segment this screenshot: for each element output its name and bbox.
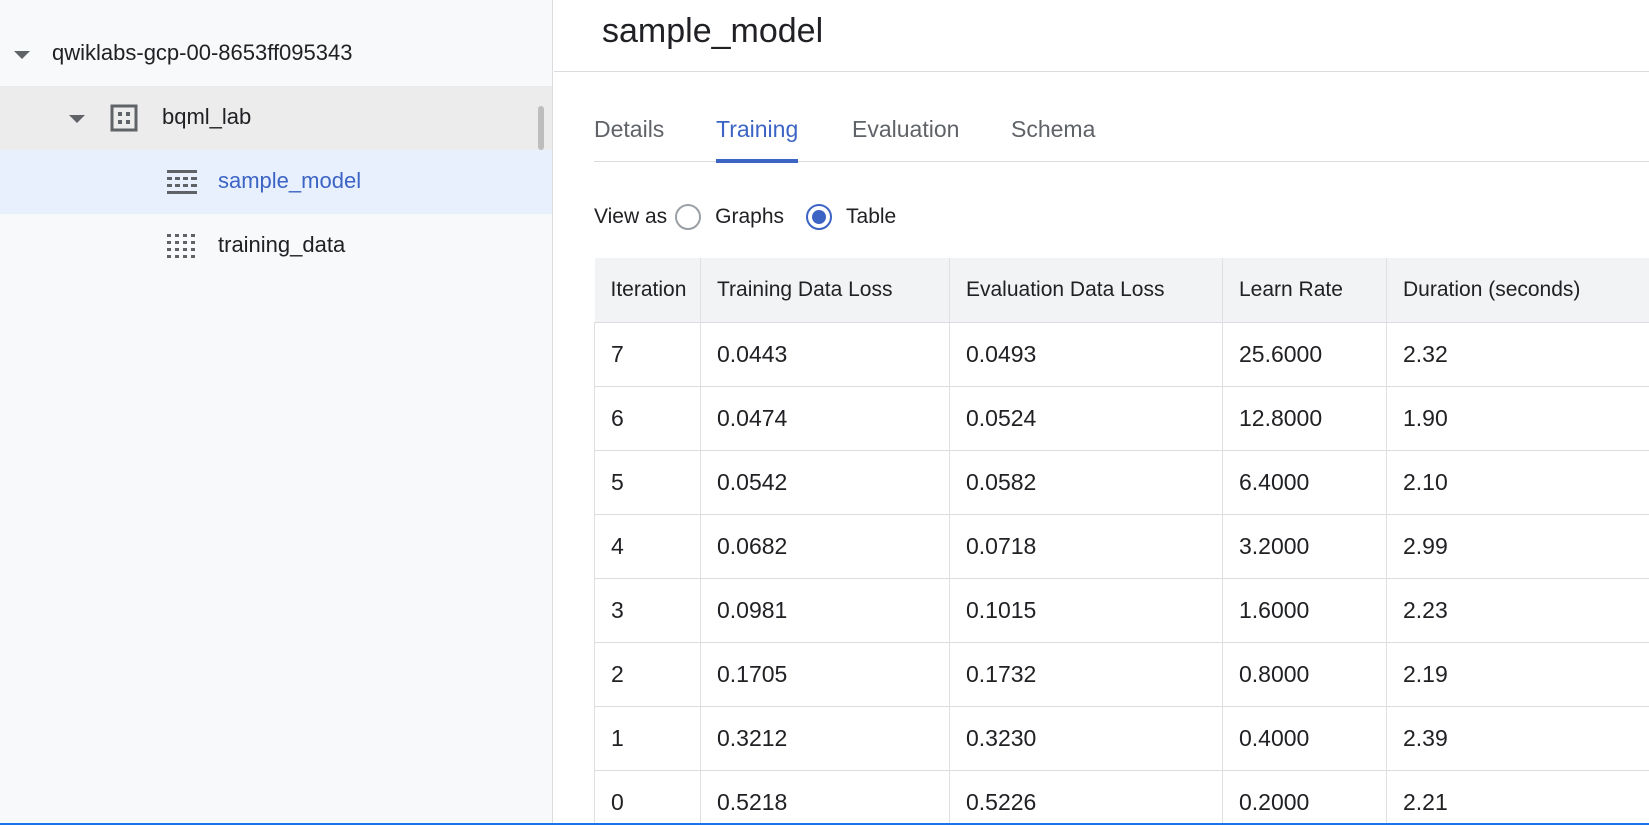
- tree-item-training-data[interactable]: training_data: [0, 214, 552, 278]
- table-row: 6 0.0474 0.0524 12.8000 1.90: [594, 386, 1649, 451]
- table-cell: 6: [594, 386, 701, 451]
- table-row: 0 0.5218 0.5226 0.2000 2.21: [594, 770, 1649, 825]
- model-grid-icon: [167, 170, 197, 194]
- column-header-iteration[interactable]: Iteration: [594, 258, 701, 323]
- table-row: 1 0.3212 0.3230 0.4000 2.39: [594, 706, 1649, 771]
- table-cell: 2.99: [1386, 514, 1649, 579]
- column-header-evaluation-loss[interactable]: Evaluation Data Loss: [949, 258, 1223, 323]
- table-cell: 0.0718: [949, 514, 1223, 579]
- table-cell: 3.2000: [1222, 514, 1387, 579]
- tab-schema[interactable]: Schema: [1011, 100, 1095, 162]
- table-cell: 0: [594, 770, 701, 825]
- bigquery-console: qwiklabs-gcp-00-8653ff095343 bqml_lab sa…: [0, 0, 1649, 825]
- table-cell: 0.2000: [1222, 770, 1387, 825]
- table-cell: 0.0443: [700, 322, 950, 387]
- table-cell: 2.10: [1386, 450, 1649, 515]
- table-row: 7 0.0443 0.0493 25.6000 2.32: [594, 322, 1649, 387]
- dataset-icon: [110, 104, 138, 132]
- tab-training[interactable]: Training: [716, 100, 799, 163]
- tab-bar: Details Training Evaluation Schema: [594, 100, 1649, 163]
- table-cell: 2.21: [1386, 770, 1649, 825]
- table-cell: 2: [594, 642, 701, 707]
- table-cell: 0.0524: [949, 386, 1223, 451]
- table-grid-icon: [167, 234, 195, 258]
- table-radio-label[interactable]: Table: [846, 205, 896, 229]
- sidebar-item-label: sample_model: [218, 168, 362, 193]
- caret-down-icon[interactable]: [69, 115, 85, 123]
- table-cell: 6.4000: [1222, 450, 1387, 515]
- table-cell: 25.6000: [1222, 322, 1387, 387]
- table-cell: 7: [594, 322, 701, 387]
- table-row: 4 0.0682 0.0718 3.2000 2.99: [594, 514, 1649, 579]
- dataset-name: bqml_lab: [162, 104, 252, 129]
- graphs-radio[interactable]: [675, 204, 702, 230]
- table-header-row: Iteration Training Data Loss Evaluation …: [594, 258, 1649, 323]
- table-cell: 0.0542: [700, 450, 950, 515]
- table-cell: 0.4000: [1222, 706, 1387, 771]
- tab-details[interactable]: Details: [594, 100, 664, 162]
- view-as-label: View as: [594, 205, 668, 228]
- table-row: 2 0.1705 0.1732 0.8000 2.19: [594, 642, 1649, 707]
- table-cell: 0.0682: [700, 514, 950, 579]
- table-cell: 2.23: [1386, 578, 1649, 643]
- caret-down-icon[interactable]: [14, 51, 30, 59]
- table-cell: 0.0493: [949, 322, 1223, 387]
- table-cell: 0.0981: [700, 578, 950, 643]
- sidebar-item-label: training_data: [218, 232, 346, 257]
- table-cell: 1: [594, 706, 701, 771]
- title-bar: sample_model: [554, 0, 1649, 72]
- tree-project-row[interactable]: qwiklabs-gcp-00-8653ff095343: [0, 22, 552, 86]
- table-cell: 2.19: [1386, 642, 1649, 707]
- main-panel: sample_model Details Training Evaluation…: [554, 0, 1649, 825]
- table-row: 5 0.0542 0.0582 6.4000 2.10: [594, 450, 1649, 515]
- table-cell: 0.5218: [700, 770, 950, 825]
- table-cell: 0.1705: [700, 642, 950, 707]
- explorer-panel: qwiklabs-gcp-00-8653ff095343 bqml_lab sa…: [0, 0, 553, 825]
- table-cell: 5: [594, 450, 701, 515]
- table-cell: 12.8000: [1222, 386, 1387, 451]
- graphs-radio-label[interactable]: Graphs: [715, 205, 784, 229]
- table-cell: 0.1015: [949, 578, 1223, 643]
- project-name: qwiklabs-gcp-00-8653ff095343: [52, 40, 353, 65]
- table-cell: 0.0582: [949, 450, 1223, 515]
- column-header-learn-rate[interactable]: Learn Rate: [1222, 258, 1387, 323]
- table-cell: 0.8000: [1222, 642, 1387, 707]
- column-header-duration[interactable]: Duration (seconds): [1386, 258, 1649, 323]
- explorer-scrollbar[interactable]: [538, 106, 544, 150]
- training-table: Iteration Training Data Loss Evaluation …: [594, 258, 1649, 825]
- table-cell: 1.6000: [1222, 578, 1387, 643]
- training-table-container: Iteration Training Data Loss Evaluation …: [594, 258, 1649, 825]
- table-cell: 0.3230: [949, 706, 1223, 771]
- table-cell: 0.5226: [949, 770, 1223, 825]
- table-cell: 3: [594, 578, 701, 643]
- column-header-training-loss[interactable]: Training Data Loss: [700, 258, 950, 323]
- table-cell: 0.1732: [949, 642, 1223, 707]
- tree-item-sample-model[interactable]: sample_model: [0, 150, 552, 214]
- table-cell: 2.39: [1386, 706, 1649, 771]
- table-cell: 2.32: [1386, 322, 1649, 387]
- table-cell: 0.0474: [700, 386, 950, 451]
- table-cell: 4: [594, 514, 701, 579]
- page-title: sample_model: [602, 12, 824, 50]
- table-row: 3 0.0981 0.1015 1.6000 2.23: [594, 578, 1649, 643]
- tab-evaluation[interactable]: Evaluation: [852, 100, 959, 162]
- tree-dataset-row[interactable]: bqml_lab: [0, 86, 552, 150]
- view-as-toggle: View as Graphs Table: [594, 200, 918, 234]
- table-radio[interactable]: [806, 204, 833, 230]
- table-cell: 1.90: [1386, 386, 1649, 451]
- table-cell: 0.3212: [700, 706, 950, 771]
